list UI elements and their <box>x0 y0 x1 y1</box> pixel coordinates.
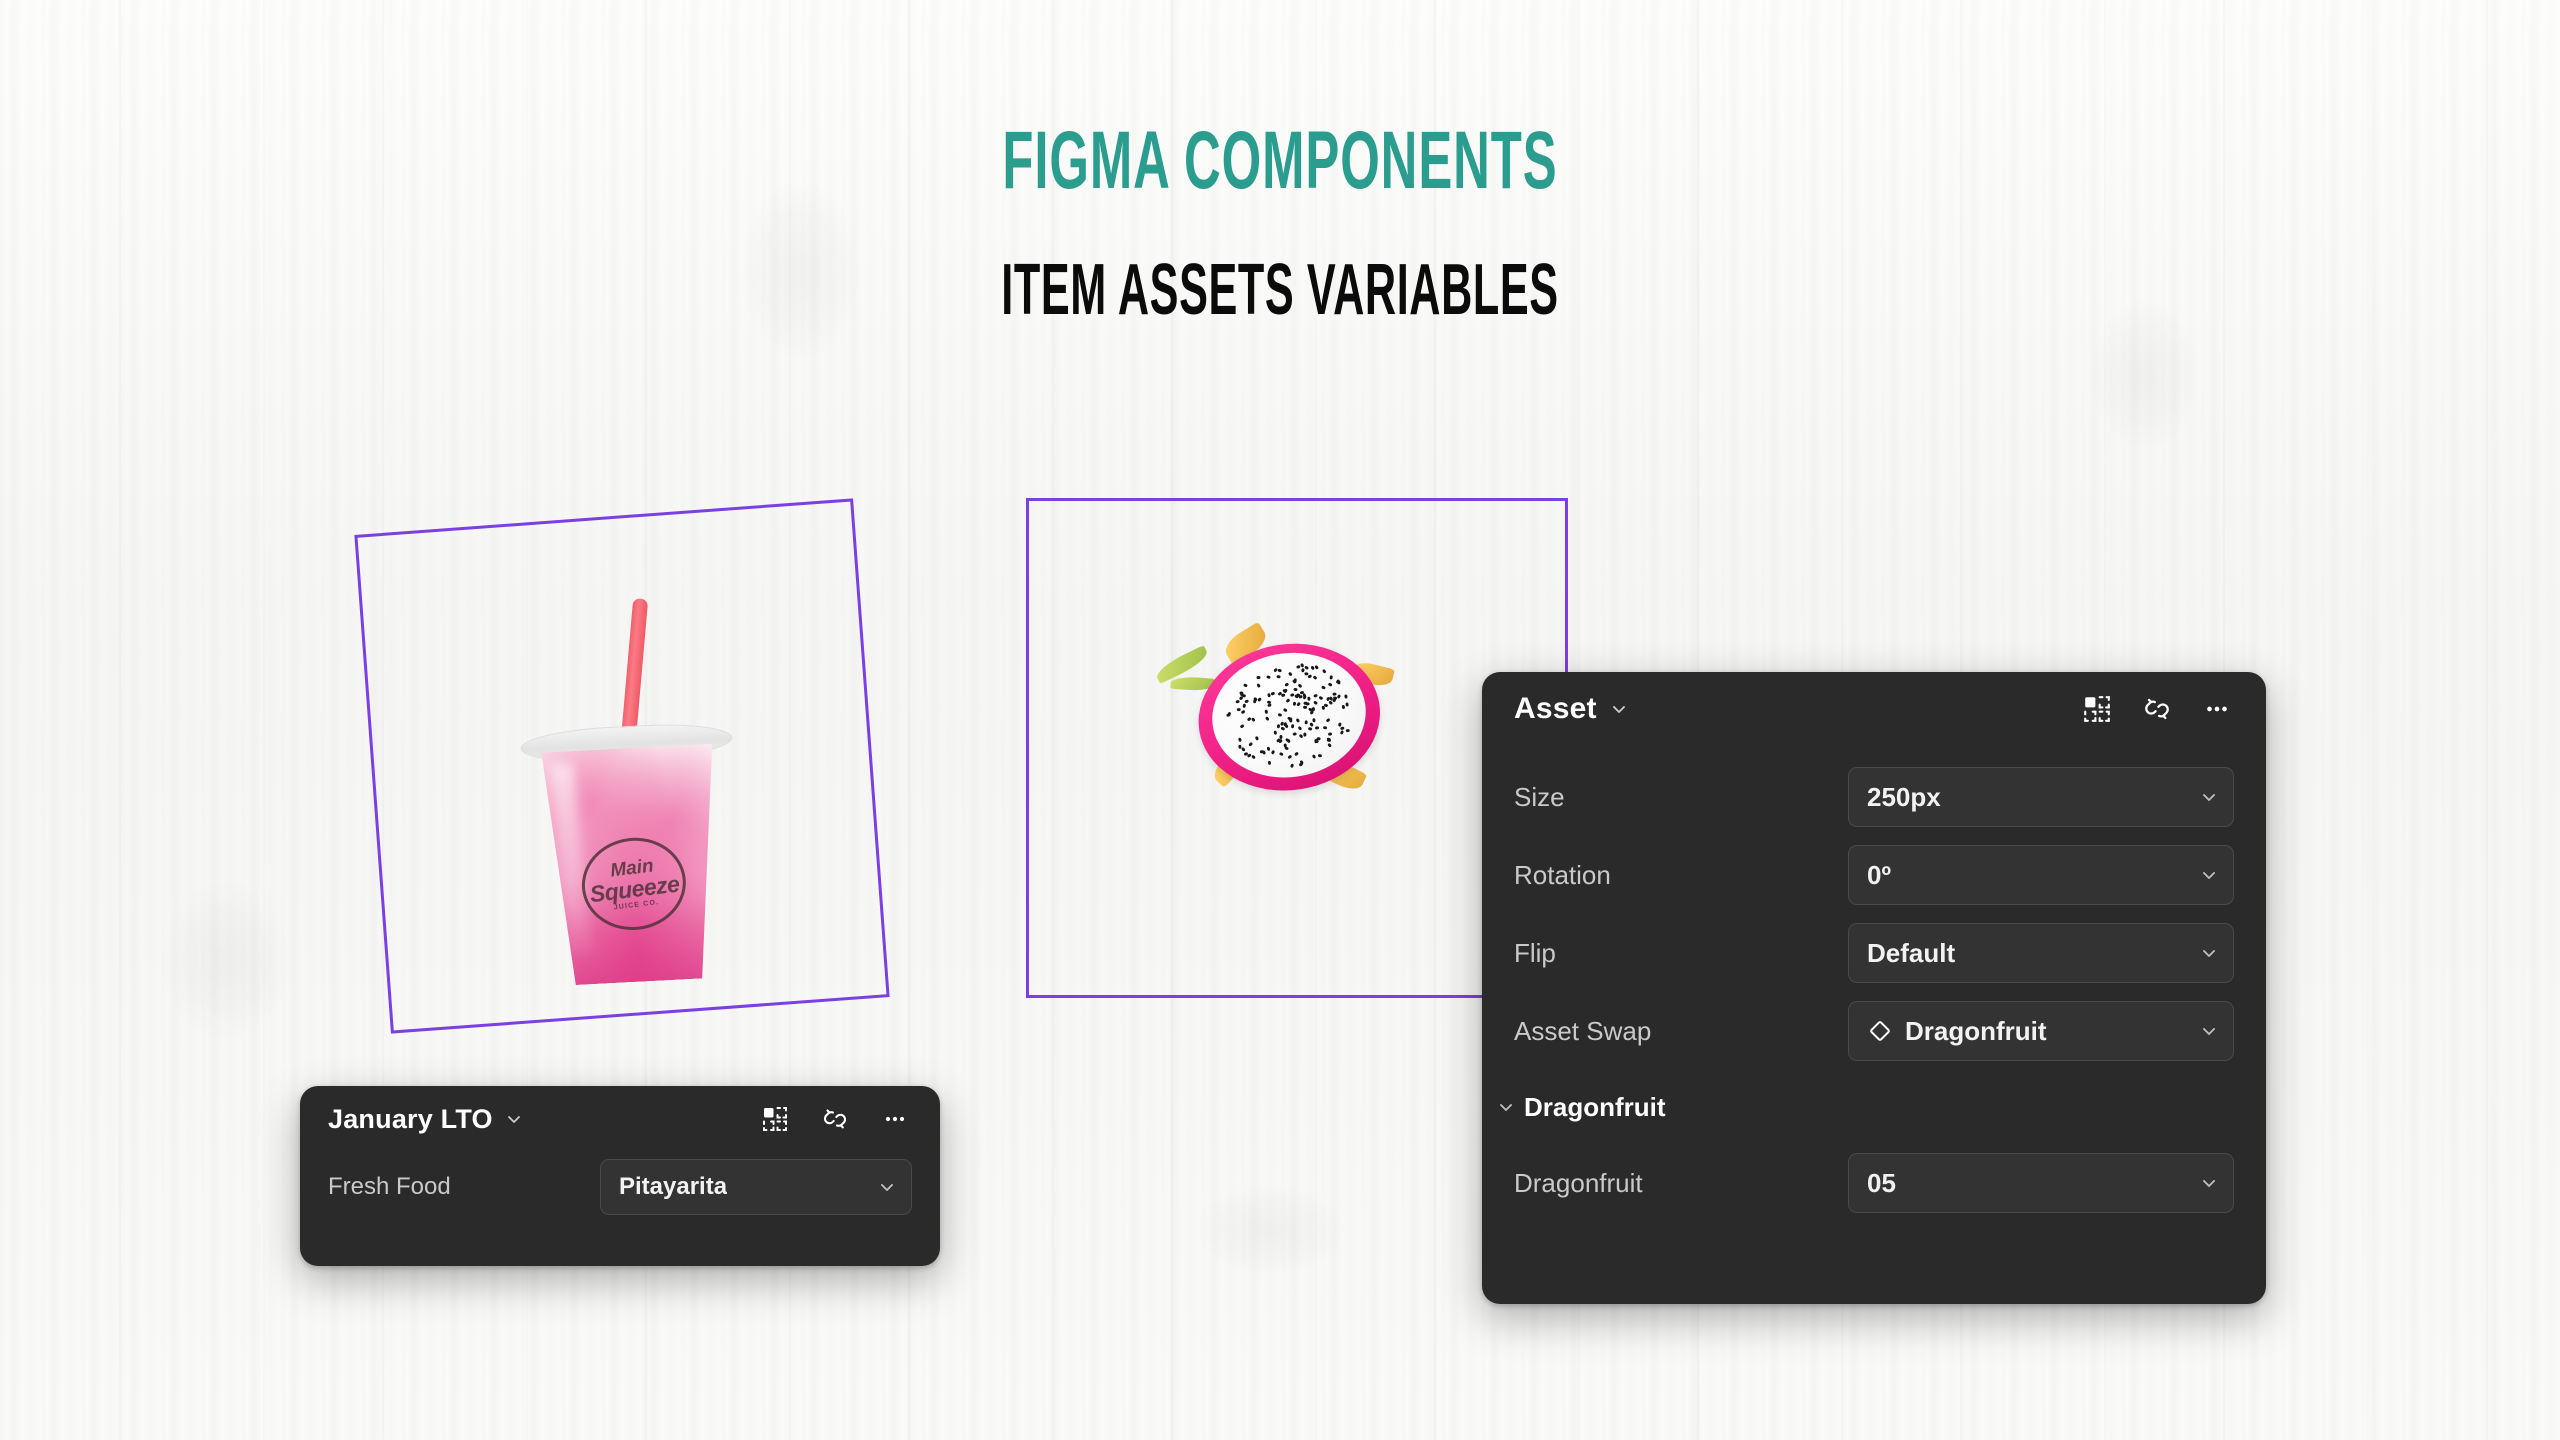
asset-panel-header: Asset <box>1482 672 2266 746</box>
fresh-food-value: Pitayarita <box>619 1173 728 1200</box>
property-label: Asset Swap <box>1514 1015 1652 1046</box>
page-headings: FIGMA COMPONENTS ITEM ASSETS VARIABLES <box>0 115 2560 330</box>
component-icon[interactable] <box>2080 692 2114 726</box>
lto-panel-rows: Fresh Food Pitayarita <box>300 1152 940 1240</box>
fresh-food-dropdown[interactable]: Pitayarita <box>600 1159 912 1215</box>
flip-value: Default <box>1867 937 1956 968</box>
asset-panel-rows: Size 250px Rotation 0º Flip Default Asse… <box>1482 746 2266 1248</box>
size-dropdown[interactable]: 250px <box>1848 767 2234 827</box>
page-subtitle: ITEM ASSETS VARIABLES <box>1001 250 1559 330</box>
section-title: Dragonfruit <box>1524 1091 1666 1122</box>
chevron-down-icon <box>2199 1173 2219 1193</box>
rotation-dropdown[interactable]: 0º <box>1848 845 2234 905</box>
table-row: Rotation 0º <box>1514 836 2234 914</box>
dragonfruit-section-header[interactable]: Dragonfruit <box>1496 1070 2234 1144</box>
chevron-down-icon[interactable] <box>505 1110 523 1128</box>
detach-instance-icon[interactable] <box>818 1102 852 1136</box>
chevron-down-icon[interactable] <box>1496 1097 1516 1117</box>
property-label: Dragonfruit <box>1514 1167 1643 1198</box>
lto-panel-title: January LTO <box>328 1103 493 1134</box>
chevron-down-icon <box>877 1177 897 1197</box>
table-row: Fresh Food Pitayarita <box>328 1156 912 1218</box>
rotation-value: 0º <box>1867 859 1891 890</box>
dragonfruit-variant-value: 05 <box>1867 1167 1896 1198</box>
asset-panel-title: Asset <box>1514 692 1597 725</box>
property-label: Fresh Food <box>328 1173 451 1200</box>
page-title: FIGMA COMPONENTS <box>1002 115 1558 206</box>
more-options-icon[interactable] <box>2200 692 2234 726</box>
property-label: Size <box>1514 781 1565 812</box>
table-row: Flip Default <box>1514 914 2234 992</box>
asset-swap-dropdown[interactable]: Dragonfruit <box>1848 1001 2234 1061</box>
chevron-down-icon <box>2199 943 2219 963</box>
property-label: Rotation <box>1514 859 1611 890</box>
instance-diamond-icon <box>1867 1018 1893 1044</box>
chevron-down-icon[interactable] <box>1609 699 1629 719</box>
component-icon[interactable] <box>758 1102 792 1136</box>
chevron-down-icon <box>2199 787 2219 807</box>
lto-panel-header: January LTO <box>300 1086 940 1152</box>
asset-swap-value: Dragonfruit <box>1905 1015 2047 1046</box>
table-row: Dragonfruit 05 <box>1514 1144 2234 1222</box>
asset-panel: Asset Size 250px Rotation 0º Flip Defaul… <box>1482 672 2266 1304</box>
january-lto-panel: January LTO Fresh Food Pitayarita <box>300 1086 940 1266</box>
chevron-down-icon <box>2199 1021 2219 1041</box>
detach-instance-icon[interactable] <box>2140 692 2174 726</box>
dragonfruit-variant-dropdown[interactable]: 05 <box>1848 1153 2234 1213</box>
size-value: 250px <box>1867 781 1941 812</box>
table-row: Asset Swap Dragonfruit <box>1514 992 2234 1070</box>
property-label: Flip <box>1514 937 1556 968</box>
table-row: Size 250px <box>1514 758 2234 836</box>
dragonfruit-image <box>1148 603 1432 827</box>
flip-dropdown[interactable]: Default <box>1848 923 2234 983</box>
more-options-icon[interactable] <box>878 1102 912 1136</box>
chevron-down-icon <box>2199 865 2219 885</box>
smoothie-cup-image: Main Squeeze JUICE CO. <box>491 598 769 996</box>
